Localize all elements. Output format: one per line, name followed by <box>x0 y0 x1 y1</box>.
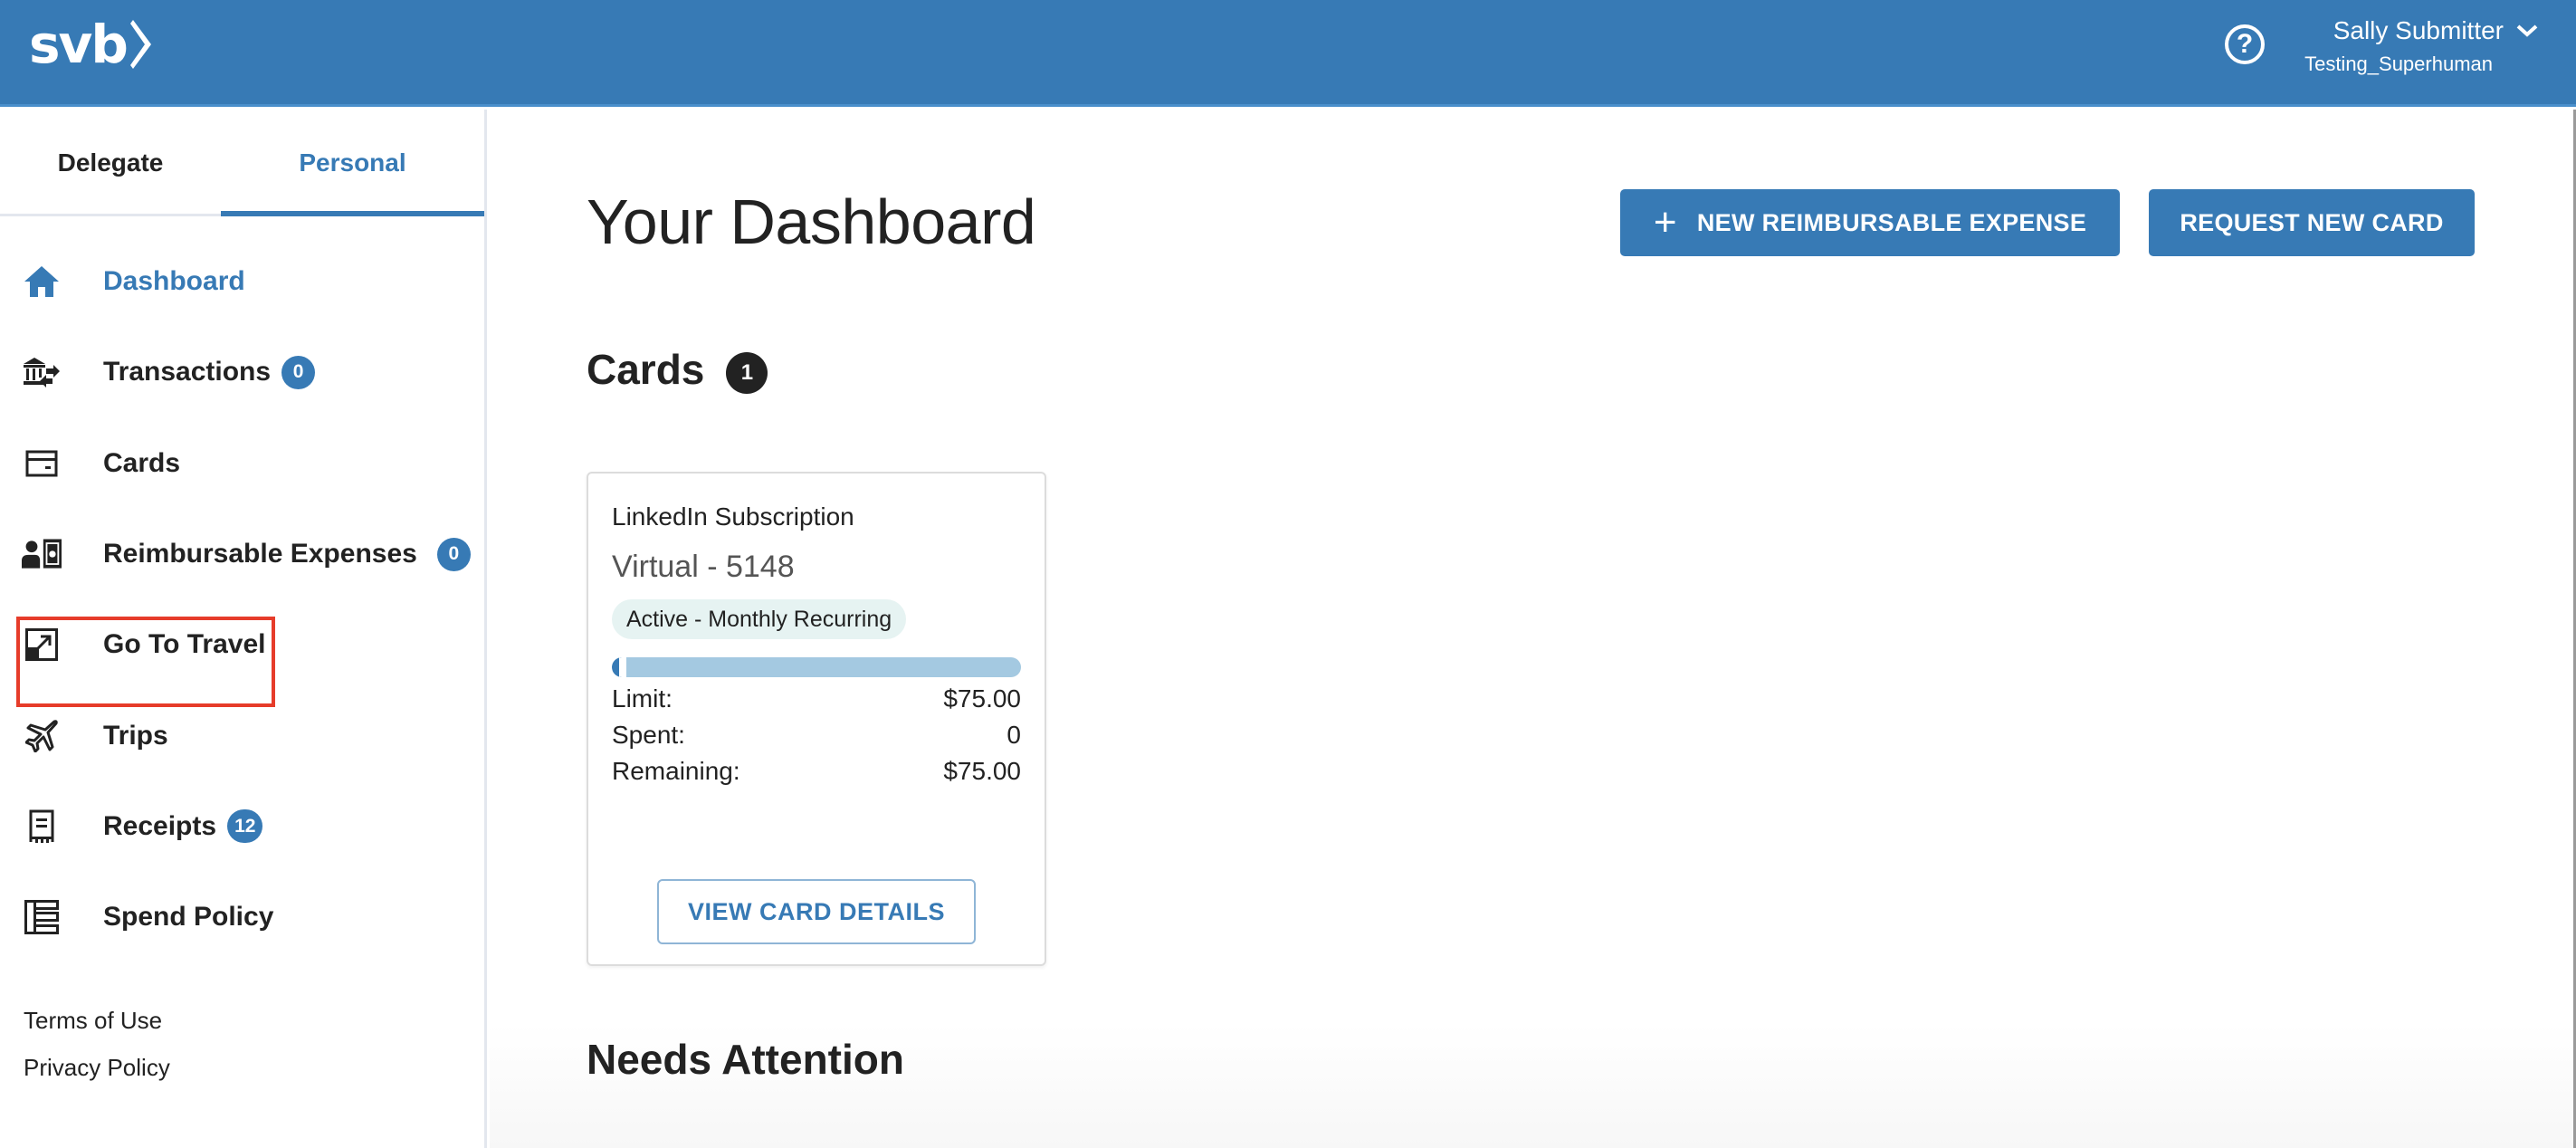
receipt-icon <box>22 807 62 847</box>
terms-of-use-link[interactable]: Terms of Use <box>24 997 170 1044</box>
plus-icon: + <box>1653 200 1677 244</box>
cards-count-badge: 1 <box>726 352 768 394</box>
external-link-icon <box>22 625 62 665</box>
help-circle-icon[interactable]: ? <box>2225 24 2265 64</box>
receipts-count-badge: 12 <box>227 809 263 844</box>
request-new-card-button[interactable]: REQUEST NEW CARD <box>2149 189 2475 256</box>
spent-value: 0 <box>1007 721 1021 749</box>
bank-transfer-icon <box>22 352 62 392</box>
sidebar-item-label: Trips <box>103 720 168 751</box>
limit-label: Limit: <box>612 684 673 713</box>
svb-logo[interactable]: svb <box>29 13 154 76</box>
credit-card-icon <box>22 444 62 483</box>
page-title: Your Dashboard <box>587 187 1036 257</box>
reimbursable-count-badge: 0 <box>436 537 471 571</box>
remaining-label: Remaining: <box>612 757 740 785</box>
logo-chevron-icon <box>129 20 151 69</box>
sidebar: Delegate Personal Dashboard Transactions… <box>0 110 487 1148</box>
card-status-badge: Active - Monthly Recurring <box>612 599 907 639</box>
transactions-count-badge: 0 <box>281 355 316 389</box>
chevron-down-icon[interactable] <box>2516 24 2538 38</box>
card-name: LinkedIn Subscription <box>612 502 854 531</box>
sidebar-item-label: Reimbursable Expenses <box>103 539 417 569</box>
sidebar-item-transactions[interactable]: Transactions 0 <box>0 327 484 417</box>
card-stats: Limit: $75.00 Spent: 0 Remaining: $75.00 <box>612 681 1021 789</box>
card-number: Virtual - 5148 <box>612 550 795 584</box>
limit-row: Limit: $75.00 <box>612 681 1021 717</box>
new-expense-label: NEW REIMBURSABLE EXPENSE <box>1696 208 2087 236</box>
sidebar-item-trips[interactable]: Trips <box>0 690 484 780</box>
user-menu[interactable]: Sally Submitter Testing_Superhuman <box>2304 16 2538 76</box>
spend-progress-bar <box>612 657 1021 677</box>
spent-row: Spent: 0 <box>612 717 1021 753</box>
user-name: Sally Submitter <box>2333 16 2504 44</box>
sidebar-item-reimbursable-expenses[interactable]: Reimbursable Expenses 0 <box>0 509 484 599</box>
remaining-row: Remaining: $75.00 <box>612 753 1021 789</box>
sidebar-item-go-to-travel[interactable]: Go To Travel <box>0 599 484 708</box>
main-content: Your Dashboard + NEW REIMBURSABLE EXPENS… <box>490 110 2576 1148</box>
needs-attention-heading: Needs Attention <box>587 1036 904 1083</box>
spend-progress-fill <box>612 657 626 677</box>
cards-section-heading: Cards 1 <box>587 345 768 394</box>
sidebar-footer: Terms of Use Privacy Policy <box>24 997 170 1091</box>
home-icon <box>22 262 62 301</box>
new-reimbursable-expense-button[interactable]: + NEW REIMBURSABLE EXPENSE <box>1620 189 2120 256</box>
tab-delegate[interactable]: Delegate <box>0 110 221 216</box>
person-money-icon <box>22 534 62 574</box>
sidebar-item-label: Cards <box>103 447 181 478</box>
spent-label: Spent: <box>612 721 685 749</box>
card-tile: LinkedIn Subscription Virtual - 5148 Act… <box>587 472 1046 966</box>
limit-value: $75.00 <box>943 684 1021 713</box>
sidebar-item-spend-policy[interactable]: Spend Policy <box>0 872 484 962</box>
view-card-details-button[interactable]: VIEW CARD DETAILS <box>657 879 976 944</box>
sidebar-item-cards[interactable]: Cards <box>0 418 484 509</box>
remaining-value: $75.00 <box>943 757 1021 785</box>
airplane-icon <box>22 716 62 756</box>
privacy-policy-link[interactable]: Privacy Policy <box>24 1044 170 1091</box>
sidebar-item-dashboard[interactable]: Dashboard <box>0 236 484 327</box>
sidebar-item-label: Transactions <box>103 357 272 387</box>
sidebar-item-receipts[interactable]: Receipts 12 <box>0 781 484 872</box>
top-header: svb ? Sally Submitter Testing_Superhuman <box>0 0 2576 107</box>
sidebar-tabs: Delegate Personal <box>0 110 484 216</box>
cards-section-title: Cards <box>587 346 705 393</box>
sidebar-item-label: Go To Travel <box>103 629 266 660</box>
tab-personal[interactable]: Personal <box>221 110 484 216</box>
sidebar-item-label: Dashboard <box>103 266 245 297</box>
logo-text: svb <box>29 14 129 75</box>
sidebar-nav: Dashboard Transactions 0 Cards Reimbursa… <box>0 236 484 962</box>
user-organization: Testing_Superhuman <box>2304 53 2493 75</box>
policy-list-icon <box>22 897 62 937</box>
sidebar-item-label: Receipts <box>103 810 217 841</box>
sidebar-item-label: Spend Policy <box>103 902 274 933</box>
